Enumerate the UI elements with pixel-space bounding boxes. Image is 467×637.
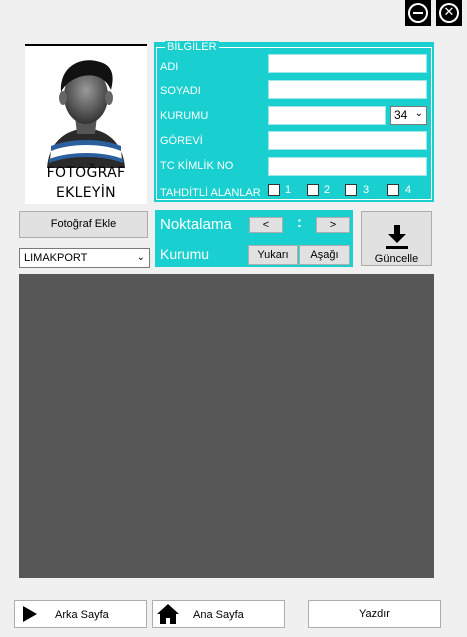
photo-placeholder: FOTOĞRAF EKLEYİN (25, 44, 147, 204)
gorevi-field[interactable] (268, 131, 427, 150)
adi-label: ADI (160, 61, 179, 73)
back-page-label: Arka Sayfa (55, 609, 109, 621)
home-page-label: Ana Sayfa (193, 609, 244, 621)
kurumu-code-select[interactable]: 34 ⌄ (390, 106, 427, 125)
soyadi-label: SOYADI (160, 85, 201, 97)
soyadi-field[interactable] (268, 80, 427, 99)
move-up-button[interactable]: Yukarı (248, 245, 298, 265)
home-page-button[interactable]: Ana Sayfa (152, 600, 285, 628)
kurumu-code-value: 34 (394, 108, 408, 122)
tc-kimlik-label: TC KİMLİK NO (160, 160, 234, 172)
back-page-button[interactable]: Arka Sayfa (14, 600, 147, 628)
close-button[interactable]: ✕ (436, 0, 462, 26)
kurumu-position-label: Kurumu (160, 246, 210, 262)
download-icon (386, 225, 408, 249)
update-button-label: Güncelle (374, 253, 419, 265)
tahditli-label: TAHDİTLİ ALANLAR (160, 187, 261, 199)
tahditli-checkbox-1[interactable] (268, 184, 280, 196)
noktalama-colon: : (297, 214, 302, 231)
print-button[interactable]: Yazdır (308, 600, 441, 628)
photo-caption-line1: FOTOĞRAF (46, 165, 126, 181)
photo-caption-line2: EKLEYİN (56, 185, 116, 201)
play-icon (23, 606, 37, 622)
adi-field[interactable] (268, 54, 427, 73)
noktalama-next-button[interactable]: > (316, 217, 350, 233)
chevron-down-icon: ⌄ (414, 108, 423, 119)
preview-area (19, 274, 434, 578)
tahditli-checkbox-4[interactable] (387, 184, 399, 196)
kurumu-field[interactable] (268, 106, 386, 125)
tahditli-option-2: 2 (324, 184, 331, 196)
tahditli-checkbox-2[interactable] (307, 184, 319, 196)
chevron-down-icon: ⌄ (136, 252, 145, 263)
tahditli-option-3: 3 (363, 184, 370, 196)
user-avatar-icon (47, 60, 125, 168)
home-icon (157, 604, 179, 624)
noktalama-prev-button[interactable]: < (249, 217, 283, 233)
update-button[interactable]: Güncelle (361, 211, 432, 266)
bilgiler-panel: BİLGİLER ADI SOYADI KURUMU 34 ⌄ GÖREVİ T… (154, 41, 434, 202)
tahditli-option-4: 4 (405, 184, 412, 196)
add-photo-button[interactable]: Fotoğraf Ekle (19, 211, 148, 238)
tahditli-checkbox-3[interactable] (345, 184, 357, 196)
noktalama-panel: Noktalama < : > Kurumu Yukarı Aşağı (155, 210, 353, 267)
bilgiler-legend: BİLGİLER (165, 41, 219, 53)
noktalama-label: Noktalama (160, 216, 232, 233)
institution-select-value: LIMAKPORT (24, 252, 88, 264)
tahditli-option-1: 1 (285, 184, 292, 196)
move-down-button[interactable]: Aşağı (299, 245, 350, 265)
minimize-button[interactable] (405, 0, 431, 26)
close-icon: ✕ (441, 5, 457, 21)
gorevi-label: GÖREVİ (160, 135, 203, 147)
minimize-icon (410, 5, 426, 21)
kurumu-label: KURUMU (160, 110, 209, 122)
tc-kimlik-field[interactable] (268, 157, 427, 176)
institution-select[interactable]: LIMAKPORT ⌄ (19, 248, 150, 268)
